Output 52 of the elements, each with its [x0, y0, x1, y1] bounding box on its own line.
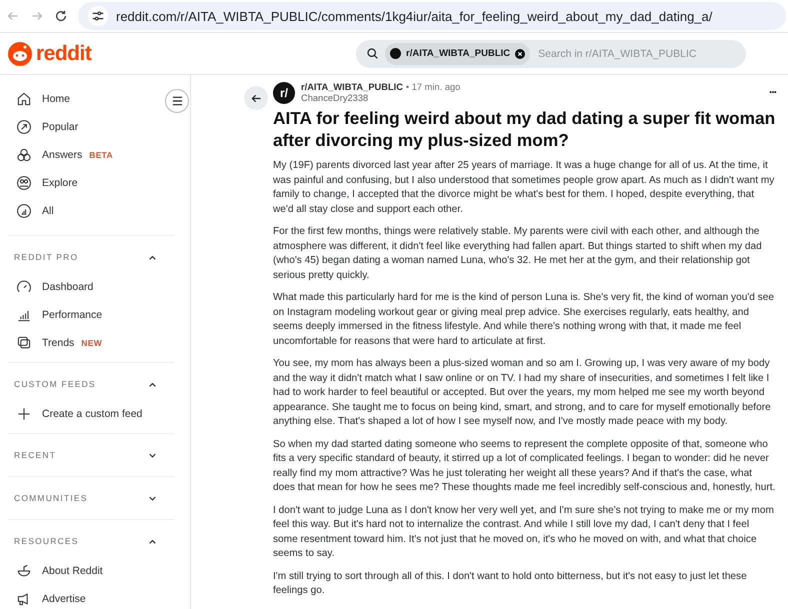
post-paragraph: What made this particularly hard for me is the kind of person Luna is. She's very fit, the kind of woman you'd see on Instagram modeling workout gear or giving meal prep advice. She exercises regularly, eats healthy, and seems deeply immersed in the fitness lifestyle. And while there's nothing wrong with that, it made me feel uncomfortable for reasons that were hard to articulate at first. [273, 291, 775, 348]
subreddit-icon [390, 48, 401, 59]
sidebar-item[interactable]: Home [8, 85, 174, 113]
post-title: AITA for feeling weird about my dad dating a super fit woman after divorcing my plus-sized mom? [273, 107, 776, 151]
back-button[interactable] [244, 86, 268, 110]
plus-icon [16, 406, 32, 422]
dashboard-icon [16, 279, 32, 295]
sidebar-item[interactable]: Advertise [8, 585, 174, 609]
answers-icon [16, 147, 32, 163]
author-link[interactable]: ChanceDry2338 [301, 93, 460, 104]
sidebar-item[interactable]: Popular [8, 113, 174, 141]
subreddit-avatar[interactable]: r/ [273, 82, 295, 104]
subreddit-link[interactable]: r/AITA_WIBTA_PUBLIC [301, 82, 403, 92]
reload-icon[interactable] [54, 9, 68, 23]
site-settings-icon[interactable] [88, 6, 108, 26]
badge-label: NEW [81, 338, 102, 348]
sidebar-item[interactable]: Dashboard [8, 273, 174, 301]
section-header[interactable]: REDDIT PRO [8, 241, 174, 273]
popular-icon [16, 119, 32, 135]
menu-icon [172, 96, 182, 106]
post-paragraph: For the first few months, things were relatively stable. My parents were civil with each other, and although the atmosphere was different, it didn't feel like everything had fallen apart. But things started to shift when my dad (who's 45) began dating a woman named Luna, who's 32. He met her at the gym, and their relationship got serious pretty quickly. [273, 225, 763, 282]
address-bar[interactable]: reddit.com/r/AITA_WIBTA_PUBLIC/comments/1kg4iur/aita_for_feeling_weird_about_my_dad_dating_a/ [78, 2, 786, 30]
search-field[interactable]: r/AITA_WIBTA_PUBLIC Search in r/AITA_WIBTA_PUBLIC [356, 40, 746, 68]
sidebar-item[interactable]: Explore [8, 169, 174, 197]
menu-button[interactable] [165, 89, 189, 113]
snoo-logo-icon[interactable] [8, 42, 32, 66]
home-icon [16, 91, 32, 107]
section-header[interactable]: CUSTOM FEEDS [8, 368, 174, 400]
post-paragraph: I'm still trying to sort through all of this. I don't want to hold onto bitterness, but it's not easy to just let these feelings go. [273, 570, 748, 598]
sidebar-item[interactable]: About Reddit [8, 557, 174, 585]
post-paragraph: I don't want to judge Luna as I don't know her very well yet, and I'm sure she's not trying to make me or my mom feel this way. But it's hard not to internalize the contrast. And while I still love my dad, I can't deny that I feel some resentment toward him. It's not just that he moved on, it's who he moved on with, and what that choice seems to say. [273, 504, 775, 561]
post-paragraph: So when my dad started dating someone who seems to represent the complete opposite of that, someone who fits a very specific standard of beauty, it stirred up a lot of complicated feelings. I began to wonder: did he never really find my mom attractive? Was he just tolerating her weight all these years? And if that's the case, what does that mean for how he sees me? These thoughts made me feel incredibly self-conscious and, honestly, hurt. [273, 438, 776, 495]
sidebar-item[interactable]: Performance [8, 301, 174, 329]
sidebar-item[interactable]: Answers BETA [8, 141, 174, 169]
post-paragraph: My (19F) parents divorced last year after 25 years of marriage. It was a huge change for all of us. At the time, it was painful and confusing, but I also understood that sometimes people grow apart. As much as I didn't want my family to change, I accepted that the divorce might be what's best for them. I hoped, despite everything, that we'd all stay close and support each other. [273, 159, 776, 216]
section-header[interactable]: RECENT [8, 439, 174, 471]
post-paragraph: You see, my mom has always been a plus-sized woman and so am I. Growing up, I was very aware of my body and the way it didn't match what I saw online or on TV. I had my share of insecurities, and sometimes I felt like I had to work harder to feel beautiful or accepted. But over the years, my mom helped me see my worth beyond appearance. She taught me to focus on being kind, smart, and strong, and to care for myself emotionally before anything else. That's shaped a lot of how I see myself now, and I've mostly made peace with my body. [273, 357, 772, 429]
close-icon[interactable] [515, 48, 526, 58]
post-time: • 17 min. ago [406, 82, 460, 92]
trends-icon [16, 335, 32, 351]
explore-icon [16, 175, 32, 191]
section-header[interactable]: COMMUNITIES [8, 482, 174, 514]
sidebar-item[interactable]: Create a custom feed [8, 400, 174, 428]
badge-label: BETA [89, 150, 113, 160]
subreddit-chip[interactable]: r/AITA_WIBTA_PUBLIC [385, 42, 530, 64]
sidebar-item[interactable]: Trends NEW [8, 329, 174, 357]
section-header[interactable]: RESOURCES [8, 525, 174, 557]
sidebar-item[interactable]: All [8, 197, 174, 225]
search-icon [366, 47, 379, 60]
chip-label: r/AITA_WIBTA_PUBLIC [406, 48, 510, 59]
more-options-button[interactable]: ... [768, 82, 776, 96]
all-icon [16, 203, 32, 219]
